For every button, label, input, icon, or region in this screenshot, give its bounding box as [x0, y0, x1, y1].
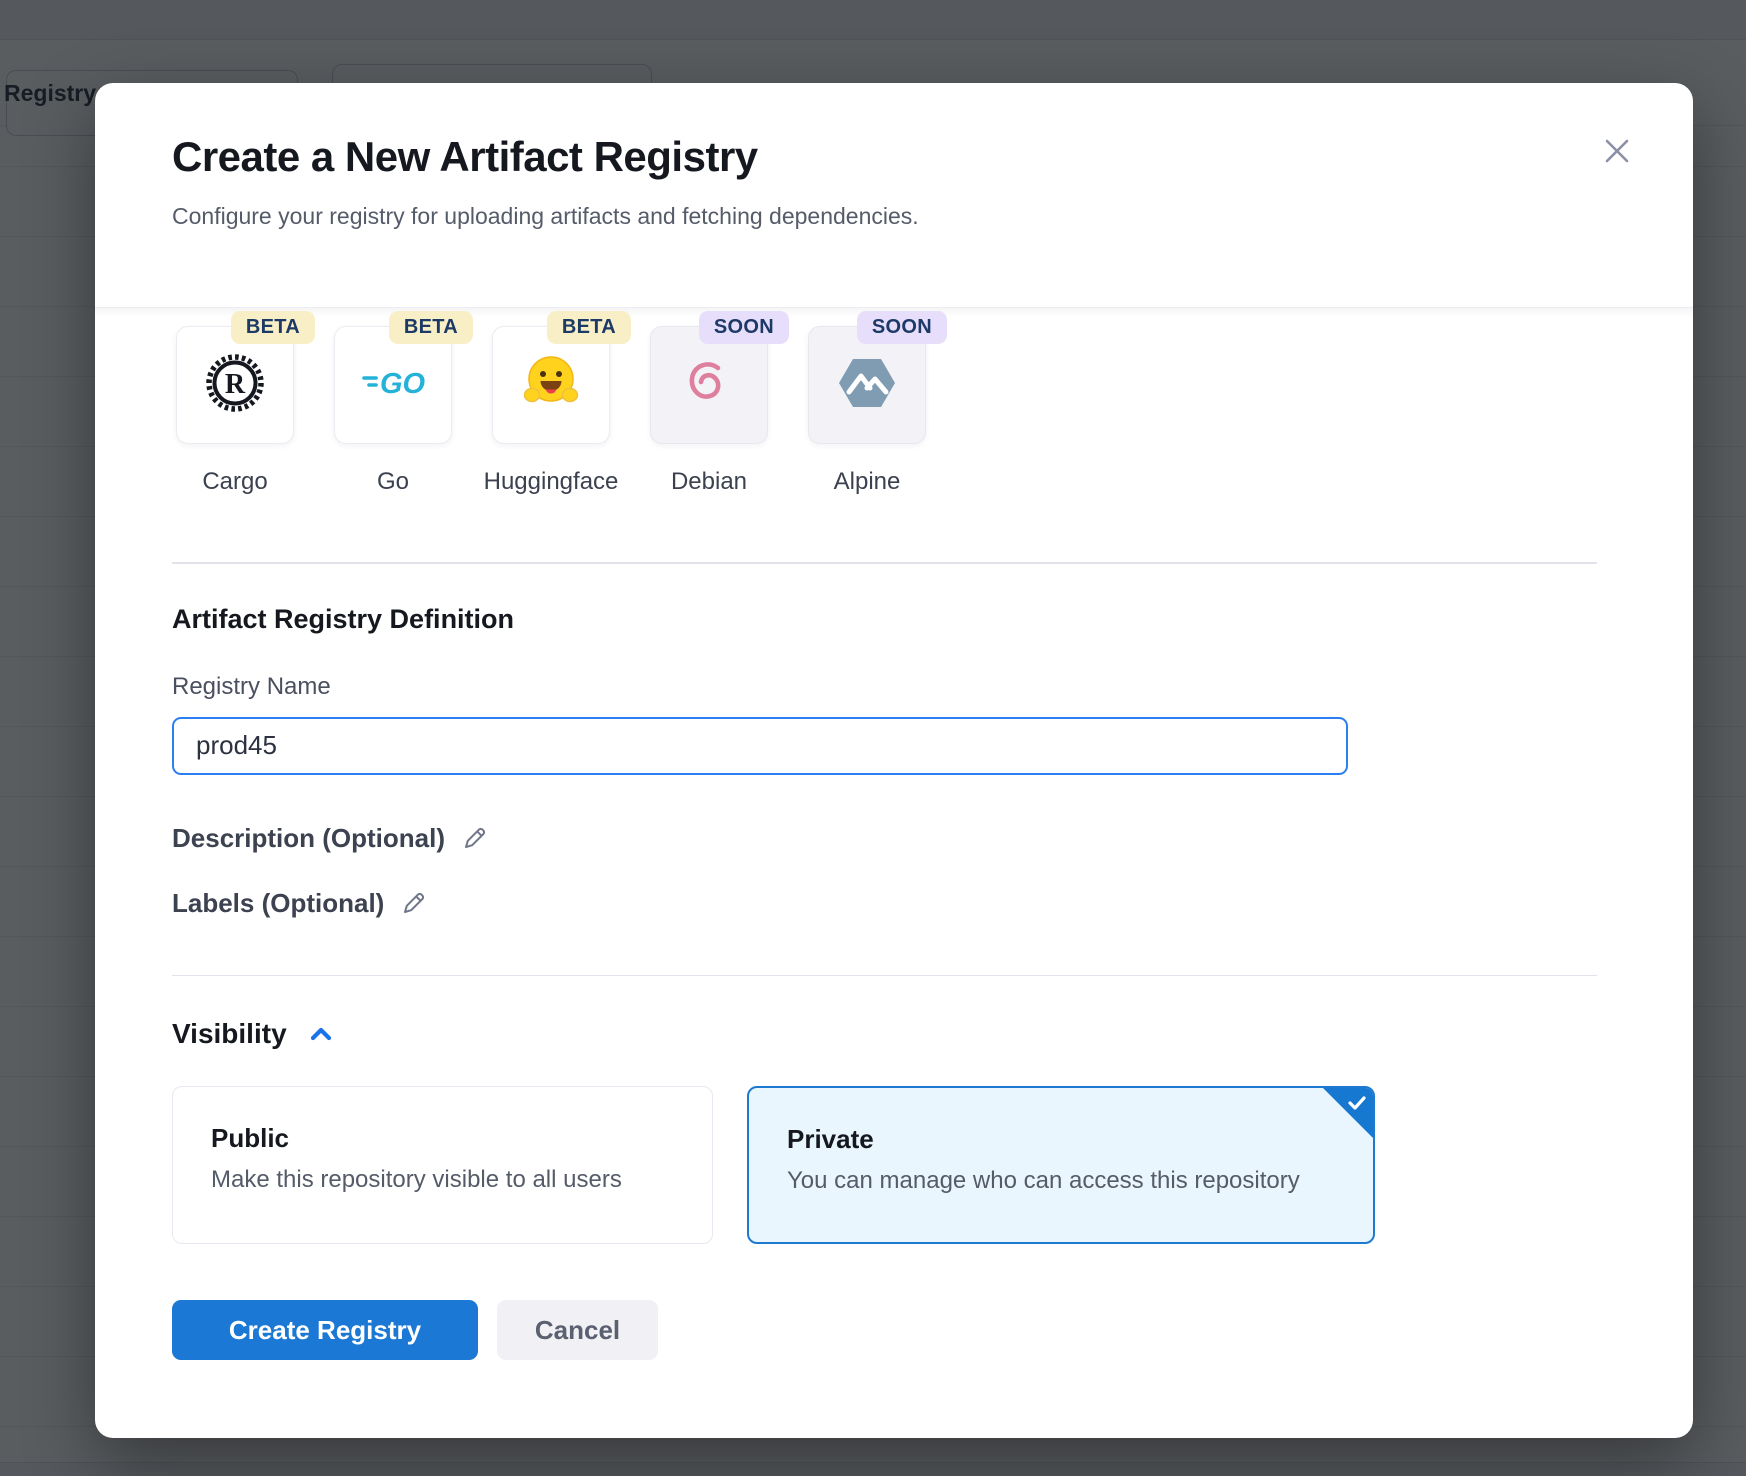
package-type-alpine: SOON Alpine [808, 326, 926, 496]
visibility-heading: Visibility [172, 1018, 287, 1050]
package-type-go: BETA GO Go [334, 326, 452, 496]
soon-badge: SOON [699, 311, 789, 344]
visibility-option-title: Public [211, 1123, 674, 1154]
svg-text:GO: GO [380, 368, 425, 400]
package-type-card-cargo[interactable]: BETA R [176, 326, 294, 444]
package-type-debian: SOON Debian [650, 326, 768, 496]
registry-name-input[interactable] [172, 717, 1348, 775]
package-type-card-debian: SOON [650, 326, 768, 444]
labels-label: Labels (Optional) [172, 888, 384, 919]
svg-text:R: R [225, 369, 246, 400]
package-type-label: Go [377, 468, 409, 496]
beta-badge: BETA [547, 311, 631, 344]
go-icon: GO [361, 351, 425, 420]
visibility-options: Public Make this repository visible to a… [172, 1086, 1597, 1244]
visibility-option-public[interactable]: Public Make this repository visible to a… [172, 1086, 713, 1244]
description-label: Description (Optional) [172, 823, 445, 854]
visibility-option-title: Private [787, 1124, 1335, 1155]
cancel-button[interactable]: Cancel [497, 1300, 658, 1360]
visibility-option-private[interactable]: Private You can manage who can access th… [747, 1086, 1375, 1244]
modal-header: Create a New Artifact Registry Configure… [95, 83, 1693, 308]
close-button[interactable] [1599, 135, 1635, 171]
close-icon [1601, 135, 1633, 172]
beta-badge: BETA [389, 311, 473, 344]
edit-description-button[interactable] [461, 824, 489, 852]
package-type-label: Huggingface [484, 468, 619, 496]
modal-body: BETA R Cargo BETA [95, 308, 1693, 1360]
create-registry-button[interactable]: Create Registry [172, 1300, 478, 1360]
pencil-icon [400, 889, 428, 917]
alpine-icon [835, 351, 899, 420]
package-type-label: Cargo [202, 468, 267, 496]
beta-badge: BETA [231, 311, 315, 344]
visibility-option-description: You can manage who can access this repos… [787, 1167, 1335, 1195]
pencil-icon [461, 824, 489, 852]
package-type-label: Debian [671, 468, 747, 496]
create-registry-modal: Create a New Artifact Registry Configure… [95, 83, 1693, 1438]
visibility-option-description: Make this repository visible to all user… [211, 1166, 674, 1194]
collapse-visibility-button[interactable] [307, 1023, 335, 1045]
modal-subtitle: Configure your registry for uploading ar… [172, 203, 1597, 230]
check-icon [1348, 1095, 1366, 1116]
modal-title: Create a New Artifact Registry [172, 133, 1597, 181]
soon-badge: SOON [857, 311, 947, 344]
package-type-cargo: BETA R Cargo [176, 326, 294, 496]
definition-heading: Artifact Registry Definition [172, 604, 1597, 635]
section-divider [172, 562, 1597, 564]
huggingface-icon [519, 351, 583, 420]
package-type-card-go[interactable]: BETA GO [334, 326, 452, 444]
section-divider [172, 975, 1597, 977]
chevron-up-icon [307, 1023, 335, 1045]
edit-labels-button[interactable] [400, 889, 428, 917]
debian-icon [677, 351, 741, 420]
registry-name-label: Registry Name [172, 673, 1597, 701]
package-type-row: BETA R Cargo BETA [176, 326, 1597, 496]
package-type-card-alpine: SOON [808, 326, 926, 444]
package-type-label: Alpine [834, 468, 901, 496]
package-type-huggingface: BETA Huggingface [492, 326, 610, 496]
package-type-card-huggingface[interactable]: BETA [492, 326, 610, 444]
rust-cargo-icon: R [203, 351, 267, 420]
